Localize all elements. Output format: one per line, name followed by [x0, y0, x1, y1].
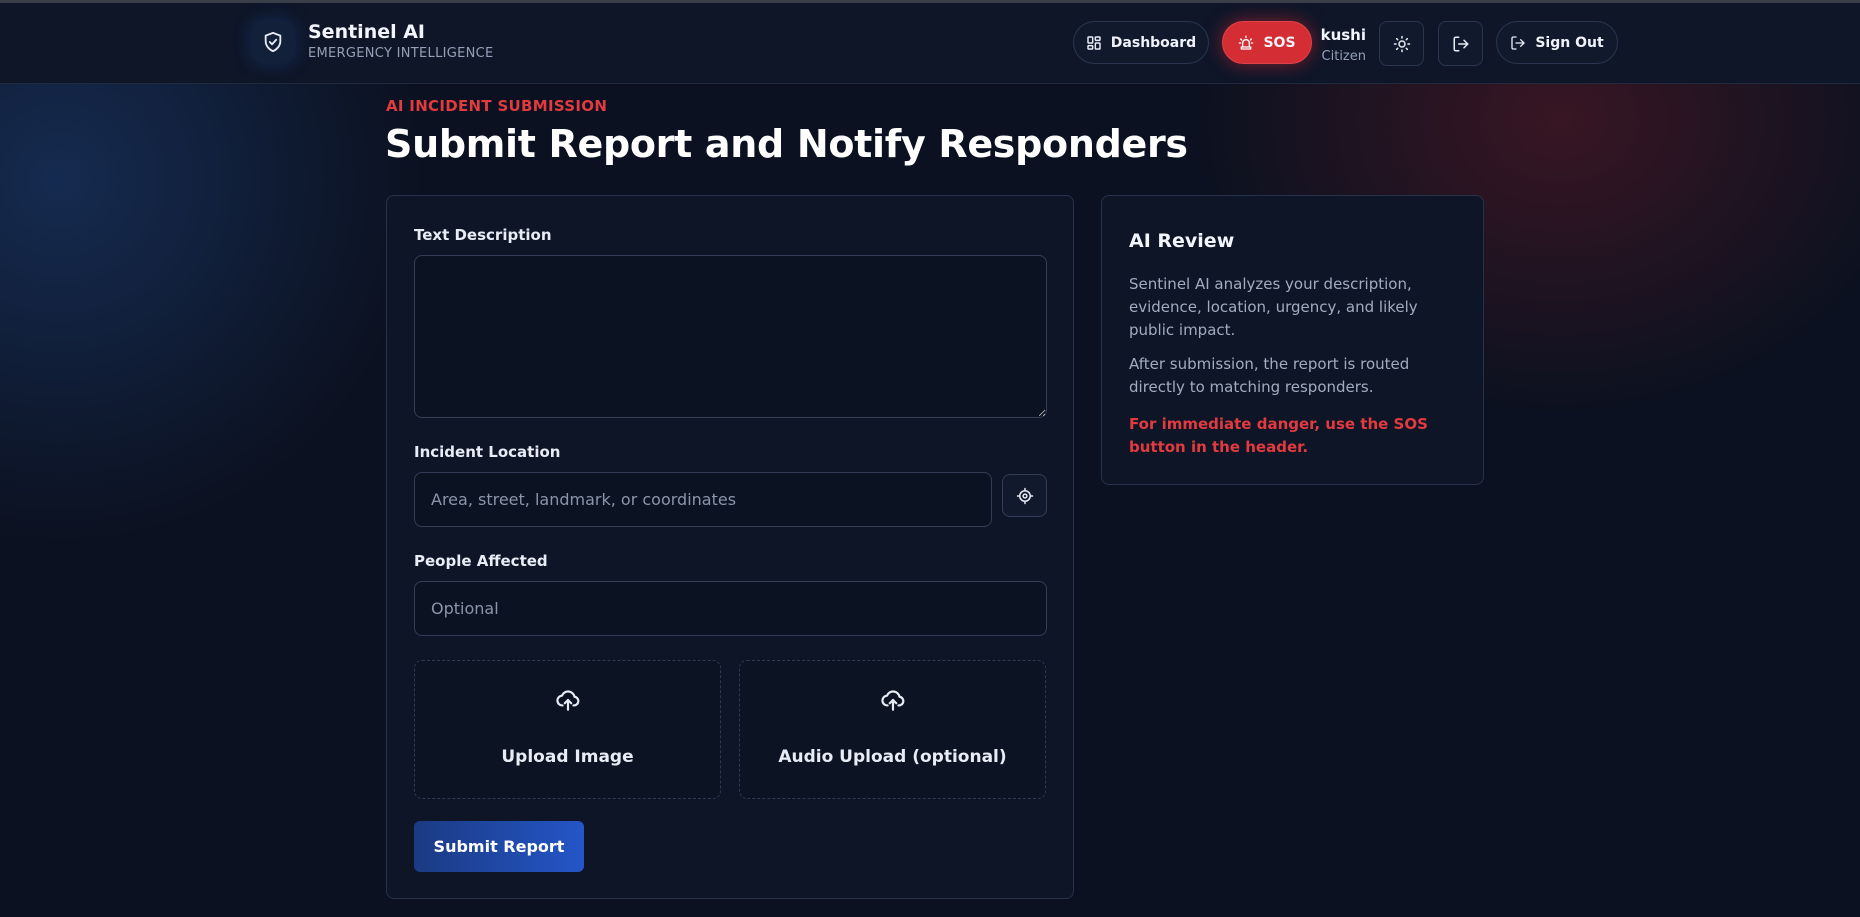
- logout-icon: [1453, 36, 1468, 51]
- logout-icon: [1511, 35, 1526, 50]
- location-label: Incident Location: [414, 443, 561, 461]
- dashboard-button-label: Dashboard: [1110, 34, 1197, 51]
- upload-audio-label: Audio Upload (optional): [778, 747, 1007, 767]
- sos-button-label: SOS: [1263, 34, 1296, 51]
- grid-icon: [1087, 35, 1101, 50]
- cloud-upload-icon: [556, 690, 580, 711]
- app-header: Sentinel AI EMERGENCY INTELLIGENCE Dashb…: [0, 3, 1860, 84]
- people-affected-label: People Affected: [414, 552, 548, 570]
- people-affected-input[interactable]: [414, 581, 1047, 636]
- report-form-card: Text Description Incident Location Peopl…: [386, 195, 1074, 899]
- dashboard-button[interactable]: Dashboard: [1073, 21, 1209, 64]
- brand-logo: [252, 21, 294, 63]
- theme-toggle-button[interactable]: [1379, 21, 1424, 66]
- upload-image-label: Upload Image: [501, 747, 634, 767]
- upload-audio-dropzone[interactable]: Audio Upload (optional): [739, 660, 1046, 799]
- page-title: Submit Report and Notify Responders: [385, 122, 1188, 166]
- ai-review-paragraph-1: Sentinel AI analyzes your description, e…: [1129, 275, 1418, 339]
- description-label: Text Description: [414, 226, 552, 244]
- user-name: kushi: [1320, 26, 1366, 44]
- siren-icon: [1239, 35, 1254, 50]
- sos-warning-text: For immediate danger, use the SOS button…: [1129, 415, 1428, 456]
- exit-button[interactable]: [1438, 21, 1483, 66]
- crosshair-icon: [1016, 487, 1033, 504]
- submit-report-button[interactable]: Submit Report: [414, 821, 584, 872]
- upload-image-dropzone[interactable]: Upload Image: [414, 660, 721, 799]
- user-info: kushi Citizen: [1320, 25, 1366, 66]
- shield-check-icon: [264, 31, 282, 53]
- brand-subtitle: EMERGENCY INTELLIGENCE: [308, 46, 494, 61]
- cloud-upload-icon: [881, 690, 905, 711]
- user-role: Citizen: [1321, 49, 1366, 64]
- ai-review-paragraph-2: After submission, the report is routed d…: [1129, 355, 1410, 396]
- brand[interactable]: Sentinel AI EMERGENCY INTELLIGENCE: [252, 21, 494, 63]
- ai-review-card: AI Review Sentinel AI analyzes your desc…: [1101, 195, 1484, 485]
- sos-button[interactable]: SOS: [1222, 21, 1312, 64]
- sign-out-label: Sign Out: [1535, 34, 1604, 51]
- sign-out-button[interactable]: Sign Out: [1496, 21, 1618, 64]
- location-input[interactable]: [414, 472, 992, 527]
- description-textarea[interactable]: [414, 255, 1047, 418]
- ai-review-title: AI Review: [1129, 230, 1235, 252]
- sun-icon: [1393, 35, 1410, 52]
- page-eyebrow: AI INCIDENT SUBMISSION: [386, 97, 608, 115]
- locate-me-button[interactable]: [1002, 474, 1047, 517]
- brand-title: Sentinel AI: [308, 21, 426, 43]
